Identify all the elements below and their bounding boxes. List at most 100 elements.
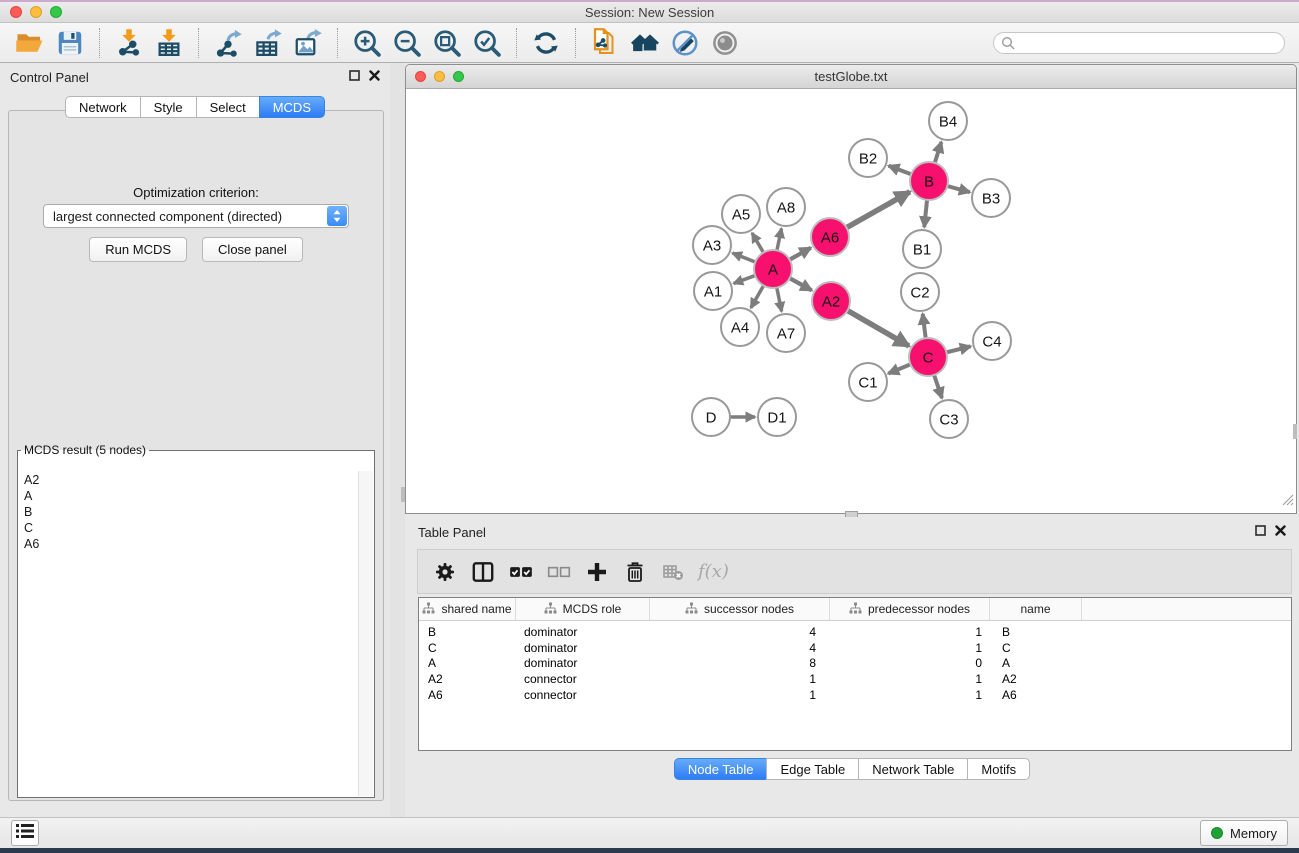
graph-node-A2[interactable]: A2 (812, 282, 850, 320)
zoom-out-icon[interactable] (390, 27, 424, 59)
graph-node-B2[interactable]: B2 (849, 139, 887, 177)
graph-node-C3[interactable]: C3 (930, 400, 968, 438)
network-from-selection-icon[interactable] (588, 27, 622, 59)
graph-node-B[interactable]: B (910, 162, 948, 200)
checked-pair-icon[interactable] (506, 557, 536, 587)
result-item[interactable]: A (24, 488, 358, 504)
network-graph[interactable]: AA1A2A3A4A5A6A7A8BB1B2B3B4CC1C2C3C4DD1 (406, 88, 1296, 513)
graph-node-C1[interactable]: C1 (849, 363, 887, 401)
table-cell[interactable]: B (419, 625, 516, 639)
criterion-select[interactable]: largest connected component (directed) (43, 204, 349, 228)
zoom-selected-icon[interactable] (470, 27, 504, 59)
graph-node-A8[interactable]: A8 (767, 188, 805, 226)
table-cell[interactable]: 1 (830, 625, 990, 639)
table-row[interactable]: A2connector11A2 (419, 671, 1291, 687)
unchecked-pair-icon[interactable] (544, 557, 574, 587)
table-cell[interactable]: A6 (419, 688, 516, 702)
graph-node-B4[interactable]: B4 (929, 102, 967, 140)
import-network-icon[interactable] (112, 27, 146, 59)
graph-node-B1[interactable]: B1 (903, 230, 941, 268)
tab-node-table[interactable]: Node Table (674, 758, 768, 780)
table-cell[interactable]: 4 (650, 625, 830, 639)
graph-node-A3[interactable]: A3 (693, 226, 731, 264)
eye-icon[interactable] (708, 27, 742, 59)
table-cell[interactable]: dominator (516, 641, 650, 655)
apply-layout-icon[interactable] (529, 27, 563, 59)
table-cell[interactable]: 8 (650, 656, 830, 670)
zoom-fit-icon[interactable] (430, 27, 464, 59)
table-row[interactable]: Cdominator41C (419, 640, 1291, 656)
table-cell[interactable]: 1 (830, 688, 990, 702)
table-row[interactable]: Bdominator41B (419, 624, 1291, 640)
result-item[interactable]: A2 (24, 472, 358, 488)
function-builder-icon[interactable]: f(x) (698, 561, 729, 582)
column-header-predecessor-nodes[interactable]: predecessor nodes (830, 598, 990, 620)
tab-network[interactable]: Network (65, 96, 141, 118)
column-header-MCDS-role[interactable]: MCDS role (516, 598, 650, 620)
table-row[interactable]: A6connector11A6 (419, 687, 1291, 703)
column-header-shared-name[interactable]: shared name (419, 598, 516, 620)
graph-node-B3[interactable]: B3 (972, 179, 1010, 217)
export-image-icon[interactable] (291, 27, 325, 59)
tab-motifs[interactable]: Motifs (967, 758, 1030, 780)
table-cell[interactable]: A2 (419, 672, 516, 686)
export-network-icon[interactable] (211, 27, 245, 59)
graph-node-A5[interactable]: A5 (722, 195, 760, 233)
table-cell[interactable]: C (990, 641, 1082, 655)
result-item[interactable]: B (24, 504, 358, 520)
column-header-successor-nodes[interactable]: successor nodes (650, 598, 830, 620)
table-cell[interactable]: 0 (830, 656, 990, 670)
network-canvas[interactable]: AA1A2A3A4A5A6A7A8BB1B2B3B4CC1C2C3C4DD1 (406, 88, 1296, 513)
table-row[interactable]: Adominator80A (419, 656, 1291, 672)
tab-edge-table[interactable]: Edge Table (766, 758, 859, 780)
mcds-result-list[interactable]: A2ABCA6 (21, 472, 358, 795)
save-session-icon[interactable] (53, 27, 87, 59)
graph-node-A[interactable]: A (754, 250, 792, 288)
graph-node-C2[interactable]: C2 (901, 273, 939, 311)
graph-node-D[interactable]: D (692, 398, 730, 436)
zoom-in-icon[interactable] (350, 27, 384, 59)
graph-node-A4[interactable]: A4 (721, 308, 759, 346)
graphics-details-icon[interactable] (668, 27, 702, 59)
table-cell[interactable]: 1 (830, 641, 990, 655)
table-cell[interactable]: 1 (650, 688, 830, 702)
close-panel-button[interactable]: Close panel (202, 237, 303, 262)
result-item[interactable]: C (24, 520, 358, 536)
table-cell[interactable]: connector (516, 672, 650, 686)
table-cell[interactable]: A6 (990, 688, 1082, 702)
table-cell[interactable]: A (990, 656, 1082, 670)
plus-icon[interactable] (582, 557, 612, 587)
graph-node-D1[interactable]: D1 (758, 398, 796, 436)
result-item[interactable]: A6 (24, 536, 358, 552)
table-cell[interactable]: C (419, 641, 516, 655)
table-cell[interactable]: A2 (990, 672, 1082, 686)
homes-icon[interactable] (628, 27, 662, 59)
table-cell[interactable]: 1 (830, 672, 990, 686)
graph-node-A1[interactable]: A1 (694, 272, 732, 310)
result-scrollbar[interactable] (358, 471, 373, 796)
table-cell[interactable]: 1 (650, 672, 830, 686)
close-panel-icon[interactable] (1275, 523, 1286, 541)
tab-network-table[interactable]: Network Table (858, 758, 968, 780)
float-panel-icon[interactable] (1255, 523, 1266, 541)
search-input[interactable] (993, 32, 1285, 54)
tab-select[interactable]: Select (196, 96, 260, 118)
delete-table-icon[interactable] (658, 557, 688, 587)
table-cell[interactable]: 4 (650, 641, 830, 655)
trash-icon[interactable] (620, 557, 650, 587)
table-cell[interactable]: dominator (516, 656, 650, 670)
open-file-icon[interactable] (13, 27, 47, 59)
task-history-button[interactable] (11, 820, 39, 846)
network-window-titlebar[interactable]: testGlobe.txt (406, 65, 1296, 89)
table-cell[interactable]: A (419, 656, 516, 670)
right-grip[interactable] (1293, 424, 1297, 439)
tab-style[interactable]: Style (140, 96, 197, 118)
vertical-splitter[interactable] (390, 63, 405, 817)
gear-icon[interactable] (430, 557, 460, 587)
import-table-icon[interactable] (152, 27, 186, 59)
search-field[interactable] (993, 32, 1285, 54)
memory-button[interactable]: Memory (1200, 820, 1288, 846)
column-header-name[interactable]: name (990, 598, 1082, 620)
table-cell[interactable]: connector (516, 688, 650, 702)
run-mcds-button[interactable]: Run MCDS (89, 237, 187, 262)
